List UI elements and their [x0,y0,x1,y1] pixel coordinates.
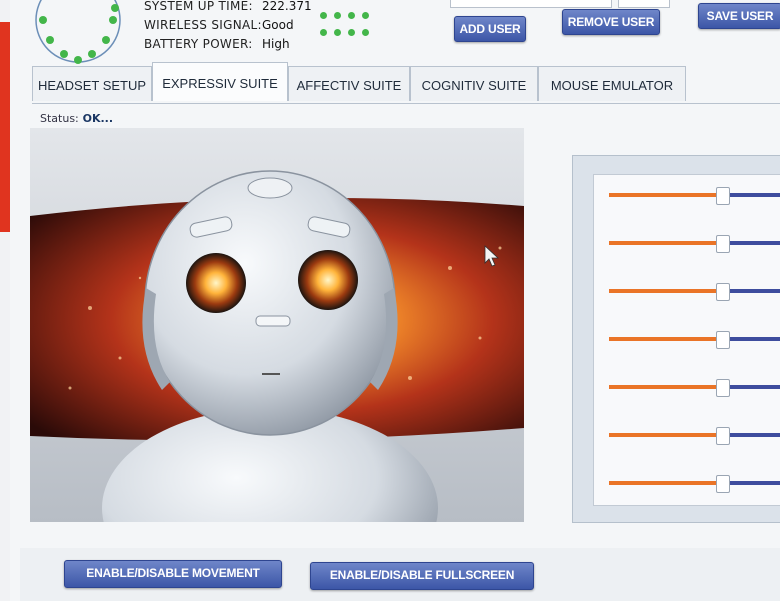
battery-label: BATTERY POWER: [144,37,253,51]
slider-handle[interactable] [716,427,730,445]
expression-slider[interactable] [609,475,780,493]
signal-value: Good [262,18,294,32]
slider-track [728,481,780,485]
status-label: Status: [40,112,79,125]
expression-slider[interactable] [609,283,780,301]
expression-sliders-panel [572,155,780,523]
slider-fill [609,481,716,485]
tab-affectiv-suite[interactable]: AFFECTIV SUITE [288,66,410,101]
info-row-uptime: SYSTEM UP TIME: 222.371 [144,0,312,16]
slider-handle[interactable] [716,187,730,205]
tab-cognitiv-suite[interactable]: COGNITIV SUITE [410,66,538,101]
slider-handle[interactable] [716,331,730,349]
expression-slider[interactable] [609,331,780,349]
slider-track [728,337,780,341]
remove-user-button[interactable]: REMOVE USER [562,9,660,35]
slider-handle[interactable] [716,379,730,397]
user-select-field[interactable] [618,0,670,8]
expression-slider[interactable] [609,187,780,205]
toggle-fullscreen-button[interactable]: ENABLE/DISABLE FULLSCREEN [310,562,534,590]
tab-mouse-emulator[interactable]: MOUSE EMULATOR [538,66,686,101]
expression-slider[interactable] [609,235,780,253]
uptime-value: 222.371 [262,0,312,13]
status-value: OK... [82,112,114,125]
slider-track [728,241,780,245]
slider-fill [609,241,716,245]
slider-fill [609,337,716,341]
add-user-button[interactable]: ADD USER [454,16,526,42]
control-panel-window: SYSTEM UP TIME: 222.371 WIRELESS SIGNAL:… [10,0,780,601]
slider-fill [609,433,716,437]
uptime-label: SYSTEM UP TIME: [144,0,253,13]
signal-label: WIRELESS SIGNAL: [144,18,262,32]
slider-track [728,433,780,437]
headset-info: SYSTEM UP TIME: 222.371 WIRELESS SIGNAL:… [144,0,312,54]
expression-slider[interactable] [609,427,780,445]
slider-handle[interactable] [716,283,730,301]
avatar-viewport[interactable] [30,128,524,522]
slider-fill [609,193,716,197]
slider-track [728,193,780,197]
sliders-container [593,174,780,506]
slider-handle[interactable] [716,235,730,253]
user-name-field[interactable] [450,0,612,8]
suite-tabs: HEADSET SETUP EXPRESSIV SUITE AFFECTIV S… [32,62,780,104]
battery-value: High [262,37,290,51]
tab-headset-setup[interactable]: HEADSET SETUP [32,66,152,101]
slider-fill [609,289,716,293]
info-row-signal: WIRELESS SIGNAL: Good [144,16,312,35]
slider-fill [609,385,716,389]
slider-track [728,385,780,389]
expression-slider[interactable] [609,379,780,397]
headset-sensor-map-icon [35,0,121,64]
robot-avatar-image [30,128,524,522]
status-line: Status: OK... [40,112,113,125]
info-row-battery: BATTERY POWER: High [144,35,312,54]
slider-handle[interactable] [716,475,730,493]
brand-red-mark [0,22,10,232]
tab-divider [32,103,780,104]
save-user-button[interactable]: SAVE USER [698,3,780,29]
signal-dots-icon [320,12,369,46]
tab-expressiv-suite[interactable]: EXPRESSIV SUITE [152,62,288,101]
toggle-movement-button[interactable]: ENABLE/DISABLE MOVEMENT [64,560,282,588]
slider-track [728,289,780,293]
